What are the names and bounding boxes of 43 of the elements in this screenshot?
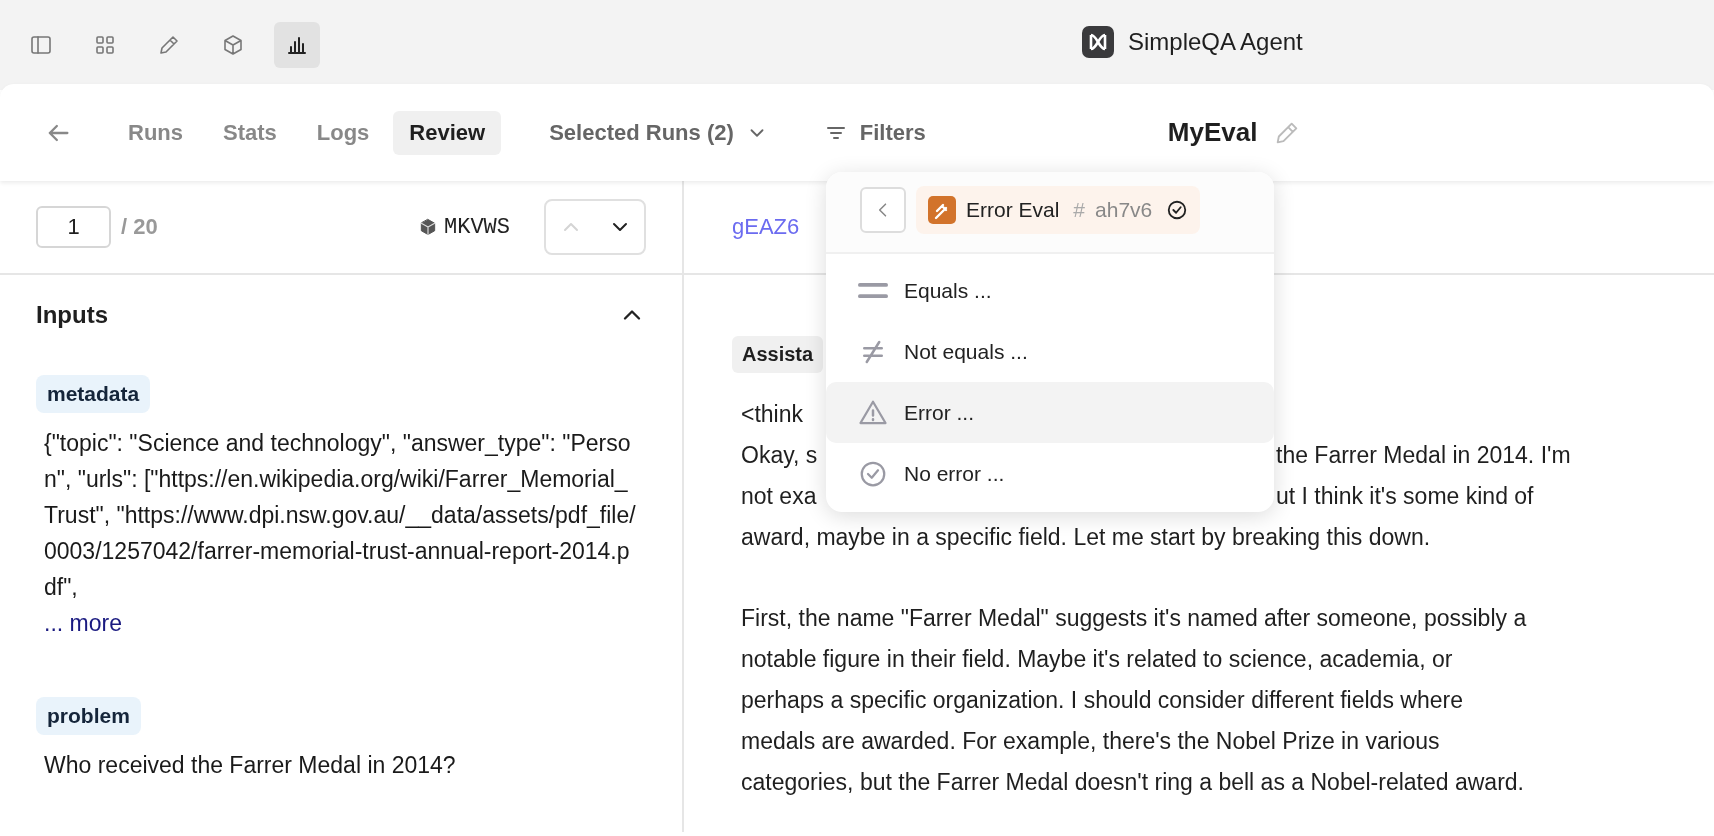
tab[interactable]: Review (393, 110, 502, 155)
sample-id: MKVWS (444, 214, 510, 240)
field-value: {"topic": "Science and technology", "answer_type": "Person", "urls": ["https://en.wikipedia.org/wiki/Farrer_Memorial_Trust", "https://www.dpi.nsw.gov.au/__data/assets/pdf_file/0003/1257042/farrer-memorial-trust-annual-report-2014.pdf", (43, 429, 637, 602)
hash-symbol: # (1073, 198, 1086, 222)
check-circle-icon (1166, 199, 1189, 221)
tab[interactable]: Logs (300, 110, 386, 155)
message-text: Okay, s (741, 441, 818, 470)
message-text: not exa (741, 482, 817, 511)
field-value: Who received the Farrer Medal in 2014? (43, 751, 457, 780)
role-label: Assista (732, 336, 824, 373)
section-title: Inputs (36, 301, 108, 329)
tab[interactable]: Stats (207, 110, 293, 155)
menu-item[interactable]: Equals ... (826, 260, 1274, 321)
message-text: ut I think it's some kind of (1276, 482, 1534, 511)
selected-runs-dropdown[interactable]: Selected Runs (2) (539, 111, 778, 154)
message-text: First, the name "Farrer Medal" suggests it's named after someone, possibly a notable figure in their field. Maybe it's related to science, academia, or perhaps a specific organization. I should consider different fields where medals are awarded. For example, there's the Nobel Prize in various categories, but the Farrer Medal doesn't ring a bell as a Nobel-related award. (741, 604, 1528, 797)
page-number-field[interactable]: 1 (36, 206, 111, 248)
equals-icon (858, 283, 888, 298)
message-text: award, maybe in a specific field. Let me start by breaking this down. (741, 523, 1431, 552)
page-total: / 20 (121, 214, 158, 240)
more-link[interactable]: ... more (36, 605, 130, 641)
pencil-icon (157, 33, 181, 57)
gavel-icon (928, 196, 956, 224)
filters-button[interactable]: Filters (813, 111, 936, 154)
menu-item[interactable]: Error ... (826, 382, 1274, 443)
menu-item[interactable]: Not equals ... (826, 321, 1274, 382)
message-text: <think (741, 400, 803, 429)
sidebar-icon (29, 33, 53, 57)
eval-name: MyEval (1167, 117, 1258, 148)
cube-icon (418, 217, 438, 237)
sample-link[interactable]: gEAZ6 (732, 214, 800, 240)
evaluator-name: Error Eval (966, 198, 1060, 222)
toolbar-button[interactable] (274, 22, 320, 68)
grid-icon (93, 33, 117, 57)
menu-item[interactable]: No error ... (826, 443, 1274, 504)
message-text: the Farrer Medal in 2014. I'm (1276, 441, 1571, 470)
app-logo (1082, 26, 1114, 58)
tab[interactable]: Runs (112, 110, 199, 155)
field-label: metadata (36, 375, 151, 413)
app-title: SimpleQA Agent (1128, 28, 1303, 56)
evaluator-id: ah7v6 (1095, 198, 1153, 222)
field-label: problem (36, 697, 141, 735)
cube-icon (221, 33, 245, 57)
